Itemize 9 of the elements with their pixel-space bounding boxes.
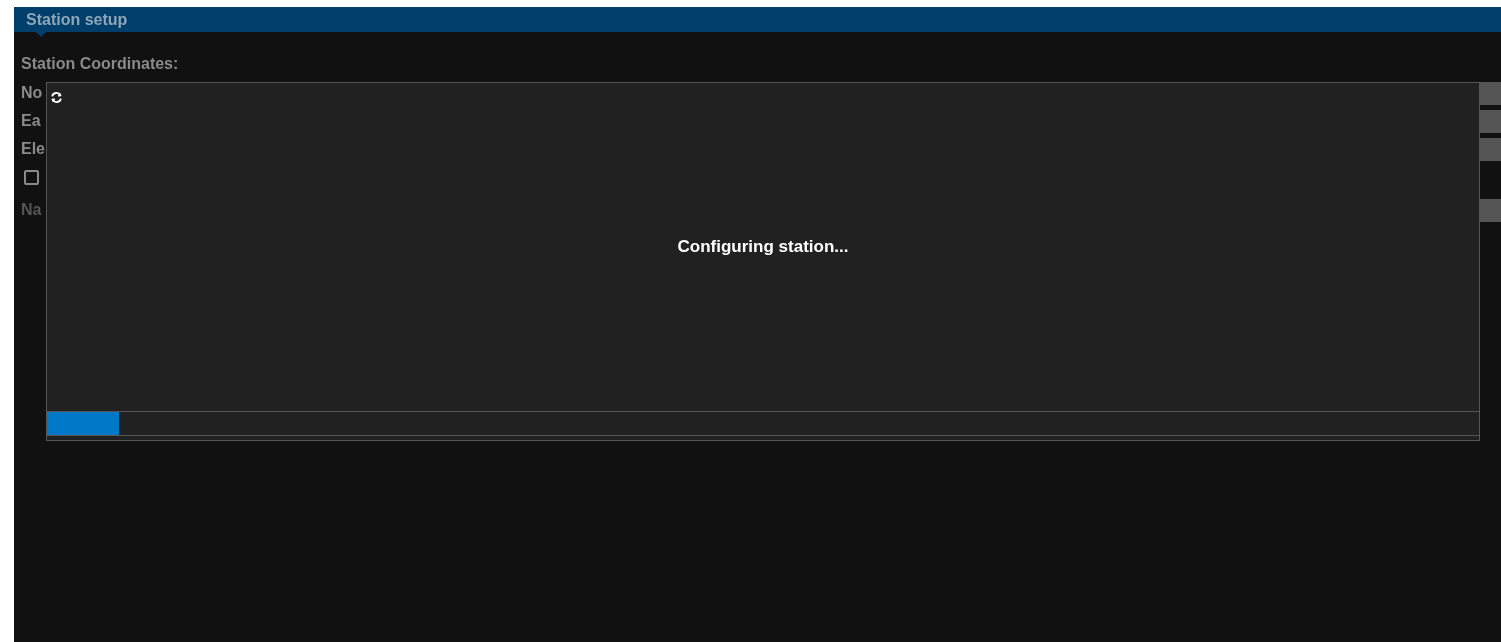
field-label: Ele [21,139,45,159]
section-title: Station Coordinates: [21,54,180,74]
field-label: No [21,83,43,103]
field-label: Na [21,200,42,220]
sync-icon [50,91,63,104]
field-label: Ea [21,111,41,131]
panel-title: Station setup [26,9,128,30]
status-message: Configuring station... [677,236,849,259]
checkbox[interactable] [24,169,39,185]
